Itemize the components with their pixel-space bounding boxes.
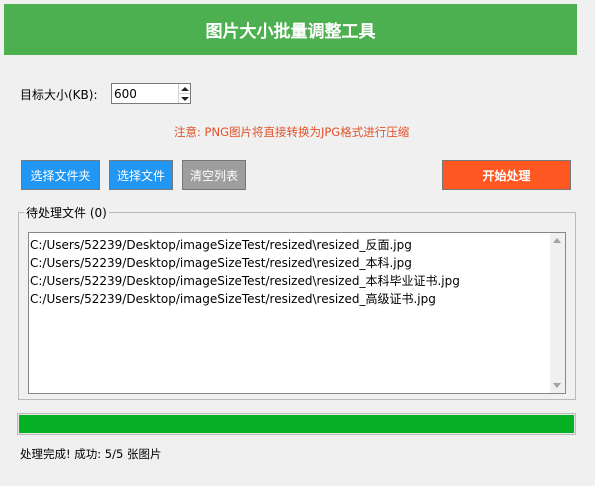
list-item[interactable]: C:/Users/52239/Desktop/imageSizeTest/res… <box>30 254 412 271</box>
scroll-up-icon[interactable] <box>553 238 561 243</box>
progress-fill <box>19 415 574 433</box>
arrow-up-icon <box>180 86 189 91</box>
spin-down-button[interactable] <box>178 94 190 103</box>
start-processing-button[interactable]: 开始处理 <box>442 160 571 190</box>
png-conversion-note: 注意: PNG图片将直接转换为JPG格式进行压缩 <box>174 125 410 139</box>
target-size-spinbox[interactable] <box>111 83 191 104</box>
pending-files-group: 待处理文件 (0) C:/Users/52239/Desktop/imageSi… <box>18 204 576 400</box>
list-item[interactable]: C:/Users/52239/Desktop/imageSizeTest/res… <box>30 236 412 253</box>
target-size-input[interactable] <box>114 85 174 102</box>
target-size-label: 目标大小(KB): <box>20 88 98 102</box>
file-listbox[interactable]: C:/Users/52239/Desktop/imageSizeTest/res… <box>28 232 566 394</box>
list-item[interactable]: C:/Users/52239/Desktop/imageSizeTest/res… <box>30 272 460 289</box>
pending-files-title: 待处理文件 (0) <box>24 204 109 221</box>
app-title-bar: 图片大小批量调整工具 <box>4 4 577 55</box>
select-files-button[interactable]: 选择文件 <box>109 160 173 190</box>
app-title: 图片大小批量调整工具 <box>205 22 376 42</box>
progress-bar <box>17 413 576 435</box>
status-text: 处理完成! 成功: 5/5 张图片 <box>20 447 162 461</box>
spin-up-button[interactable] <box>178 84 190 94</box>
scroll-down-icon[interactable] <box>553 383 561 388</box>
select-folder-button[interactable]: 选择文件夹 <box>21 160 100 190</box>
spin-buttons <box>178 84 190 103</box>
list-item[interactable]: C:/Users/52239/Desktop/imageSizeTest/res… <box>30 290 436 307</box>
list-scrollbar[interactable] <box>550 233 565 393</box>
arrow-down-icon <box>180 96 189 101</box>
clear-list-button[interactable]: 清空列表 <box>182 160 246 190</box>
